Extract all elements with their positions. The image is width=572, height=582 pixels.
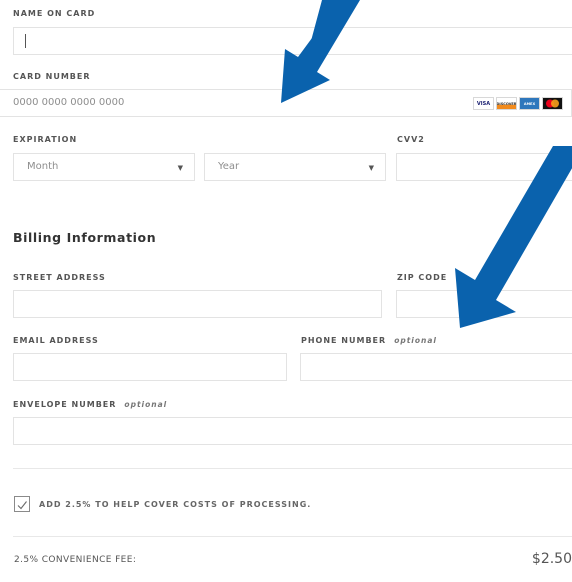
arrow-pointing-card-number-icon <box>281 0 360 103</box>
arrow-pointing-phone-number-icon <box>455 146 572 328</box>
annotation-arrows <box>281 0 572 328</box>
